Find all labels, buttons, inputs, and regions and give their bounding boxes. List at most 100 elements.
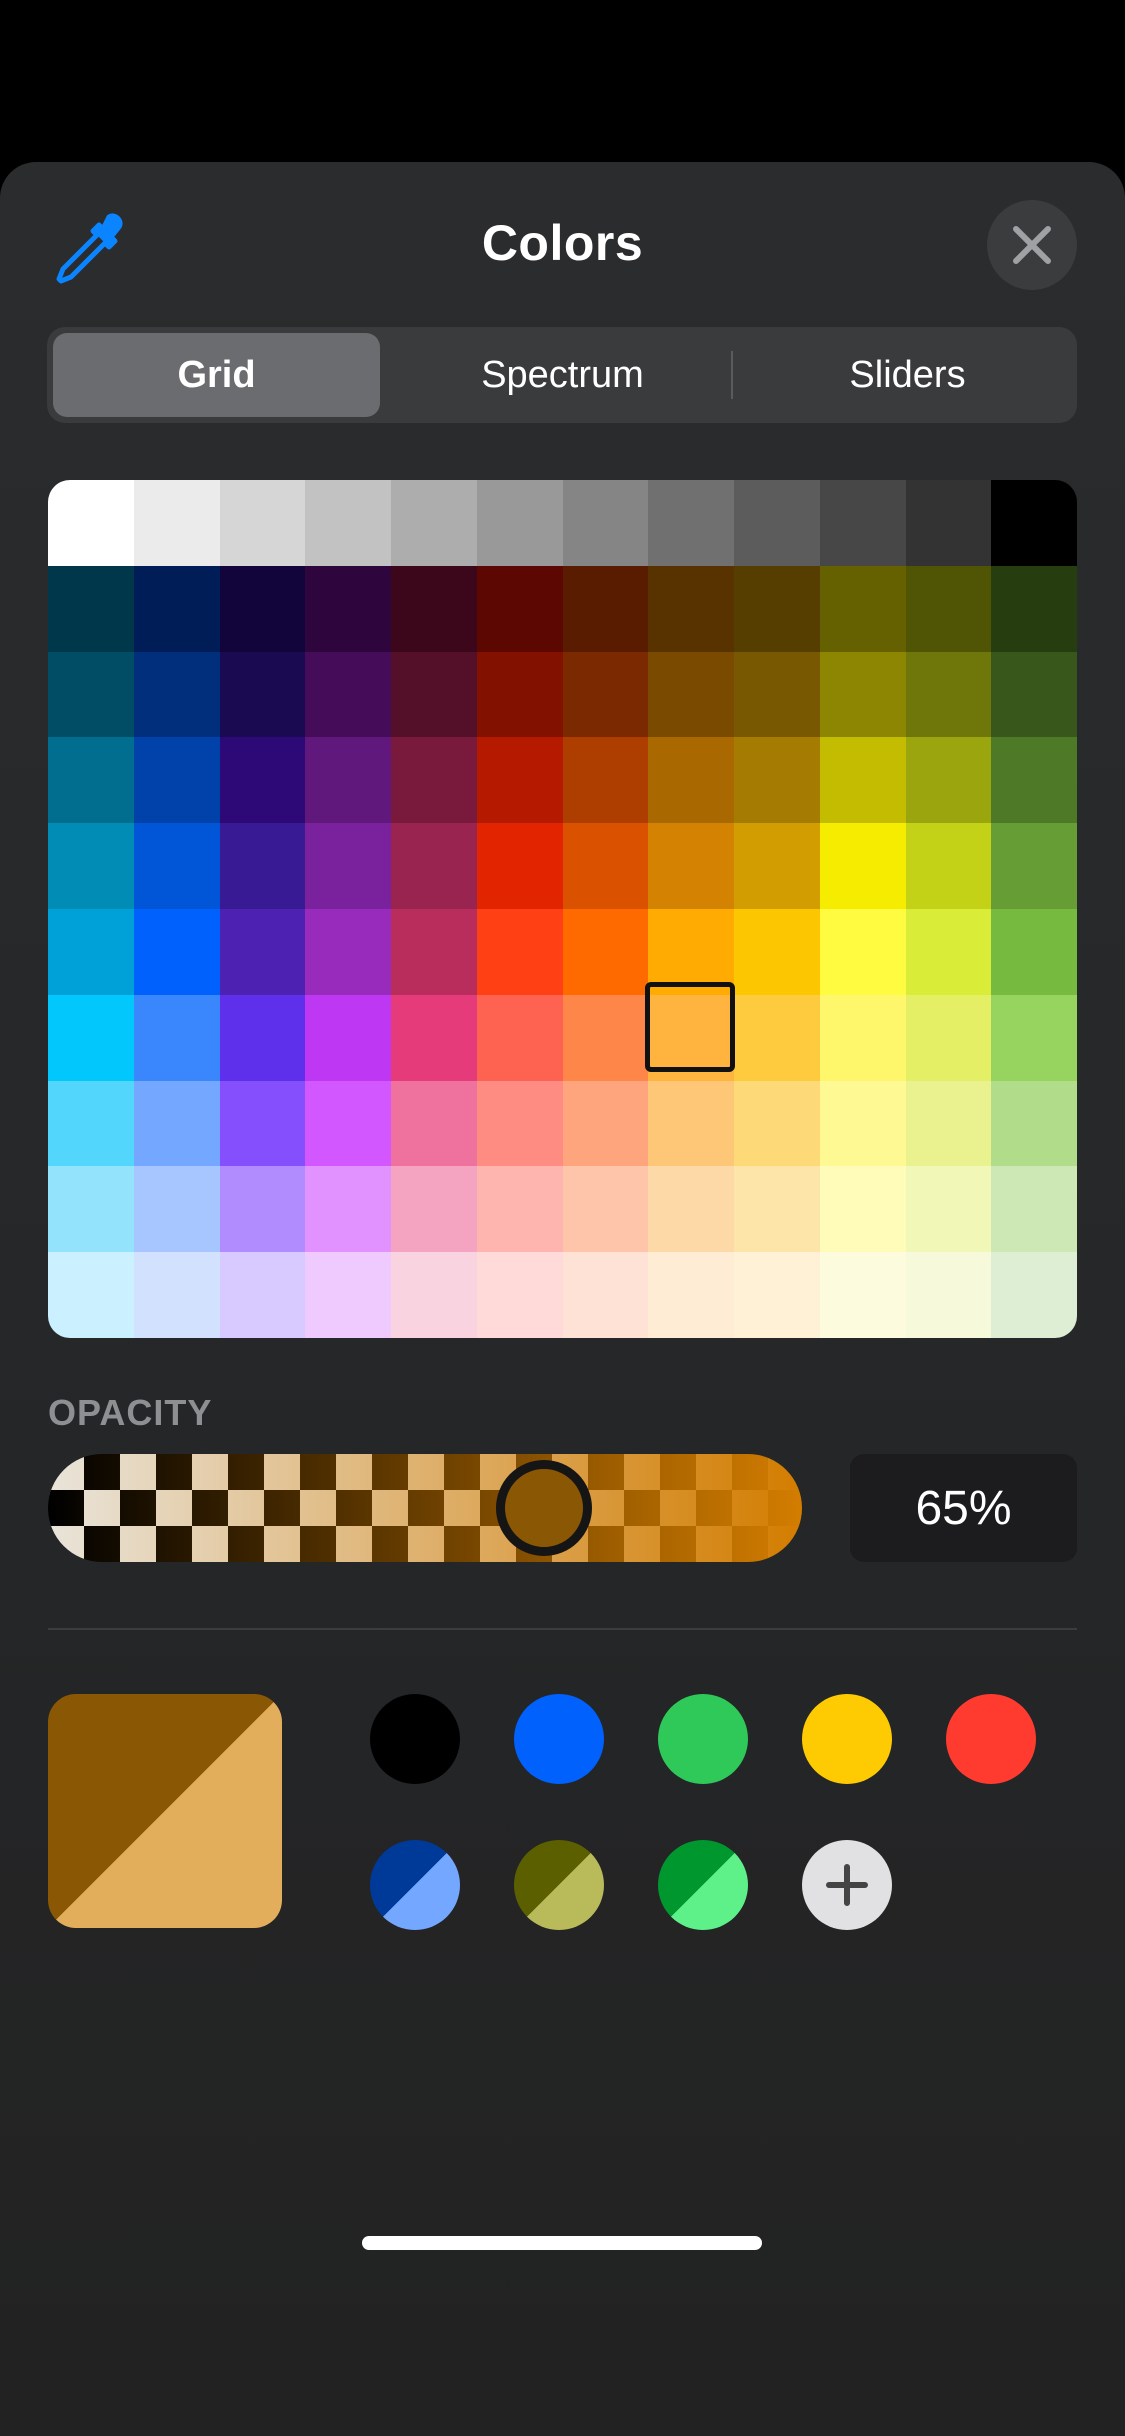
color-cell[interactable] (905, 1166, 992, 1253)
color-cell[interactable] (562, 565, 649, 652)
color-cell[interactable] (562, 651, 649, 738)
color-cell[interactable] (219, 823, 306, 909)
tab-spectrum[interactable]: Spectrum (399, 333, 726, 417)
color-cell[interactable] (991, 737, 1077, 824)
color-cell[interactable] (734, 480, 820, 566)
color-cell[interactable] (819, 909, 906, 995)
color-cell[interactable] (648, 565, 734, 652)
color-cell[interactable] (562, 1252, 649, 1338)
color-cell[interactable] (734, 565, 820, 652)
color-cell[interactable] (476, 823, 563, 909)
color-cell[interactable] (391, 651, 477, 738)
color-cell[interactable] (562, 823, 649, 909)
color-cell[interactable] (305, 1166, 391, 1253)
color-cell[interactable] (476, 1252, 563, 1338)
tab-grid[interactable]: Grid (53, 333, 380, 417)
color-cell[interactable] (476, 1166, 563, 1253)
color-cell[interactable] (819, 651, 906, 738)
color-cell[interactable] (734, 823, 820, 909)
color-cell[interactable] (562, 480, 649, 566)
color-cell[interactable] (905, 823, 992, 909)
color-cell[interactable] (991, 909, 1077, 995)
close-button[interactable] (987, 200, 1077, 290)
color-cell[interactable] (133, 909, 220, 995)
color-cell[interactable] (476, 909, 563, 995)
opacity-value-field[interactable]: 65% (850, 1454, 1077, 1562)
color-cell[interactable] (819, 1080, 906, 1167)
color-cell[interactable] (133, 994, 220, 1081)
color-cell[interactable] (219, 1252, 306, 1338)
color-cell[interactable] (648, 1166, 734, 1253)
color-cell[interactable] (905, 1080, 992, 1167)
color-cell[interactable] (48, 994, 134, 1081)
color-cell[interactable] (734, 651, 820, 738)
color-cell[interactable] (305, 651, 391, 738)
color-cell[interactable] (648, 1080, 734, 1167)
color-cell[interactable] (905, 994, 992, 1081)
color-cell[interactable] (391, 1166, 477, 1253)
favorite-color-yellow[interactable] (802, 1694, 892, 1784)
color-cell[interactable] (391, 823, 477, 909)
color-cell[interactable] (991, 1080, 1077, 1167)
color-cell[interactable] (476, 737, 563, 824)
color-cell[interactable] (391, 1080, 477, 1167)
color-cell[interactable] (476, 480, 563, 566)
color-cell[interactable] (219, 480, 306, 566)
color-cell[interactable] (734, 737, 820, 824)
color-cell[interactable] (905, 565, 992, 652)
color-cell[interactable] (819, 1166, 906, 1253)
color-cell[interactable] (391, 565, 477, 652)
add-color-button[interactable] (802, 1840, 892, 1930)
color-cell[interactable] (219, 737, 306, 824)
color-cell[interactable] (476, 994, 563, 1081)
color-cell[interactable] (48, 480, 134, 566)
color-cell[interactable] (305, 909, 391, 995)
color-cell[interactable] (133, 651, 220, 738)
color-cell[interactable] (48, 909, 134, 995)
color-cell[interactable] (133, 480, 220, 566)
color-cell[interactable] (905, 651, 992, 738)
color-cell[interactable] (391, 480, 477, 566)
favorite-color-green[interactable] (658, 1694, 748, 1784)
favorite-color-olive-light-olive[interactable] (514, 1840, 604, 1930)
color-cell[interactable] (48, 737, 134, 824)
color-cell[interactable] (133, 737, 220, 824)
color-cell[interactable] (905, 737, 992, 824)
opacity-slider[interactable] (48, 1454, 802, 1562)
color-cell[interactable] (905, 480, 992, 566)
color-cell[interactable] (734, 994, 820, 1081)
color-cell[interactable] (133, 1166, 220, 1253)
color-cell[interactable] (133, 1252, 220, 1338)
tab-sliders[interactable]: Sliders (744, 333, 1071, 417)
color-cell[interactable] (648, 737, 734, 824)
color-cell[interactable] (562, 1166, 649, 1253)
favorite-color-black[interactable] (370, 1694, 460, 1784)
color-cell[interactable] (991, 1252, 1077, 1338)
color-cell[interactable] (48, 1080, 134, 1167)
color-cell[interactable] (305, 823, 391, 909)
color-cell[interactable] (819, 737, 906, 824)
color-cell[interactable] (819, 1252, 906, 1338)
color-cell[interactable] (48, 651, 134, 738)
color-cell[interactable] (905, 1252, 992, 1338)
color-cell[interactable] (391, 909, 477, 995)
color-cell[interactable] (476, 565, 563, 652)
favorite-color-navy-light-blue[interactable] (370, 1840, 460, 1930)
color-cell[interactable] (133, 565, 220, 652)
color-cell[interactable] (991, 480, 1077, 566)
color-cell[interactable] (734, 1080, 820, 1167)
color-cell[interactable] (391, 737, 477, 824)
color-cell[interactable] (133, 823, 220, 909)
color-cell[interactable] (991, 565, 1077, 652)
color-cell[interactable] (305, 480, 391, 566)
color-cell[interactable] (905, 909, 992, 995)
color-cell[interactable] (648, 823, 734, 909)
color-cell[interactable] (219, 651, 306, 738)
color-cell[interactable] (734, 1252, 820, 1338)
color-cell[interactable] (48, 823, 134, 909)
color-cell[interactable] (48, 565, 134, 652)
color-cell[interactable] (562, 1080, 649, 1167)
color-cell[interactable] (991, 651, 1077, 738)
color-cell[interactable] (991, 1166, 1077, 1253)
color-cell[interactable] (562, 909, 649, 995)
